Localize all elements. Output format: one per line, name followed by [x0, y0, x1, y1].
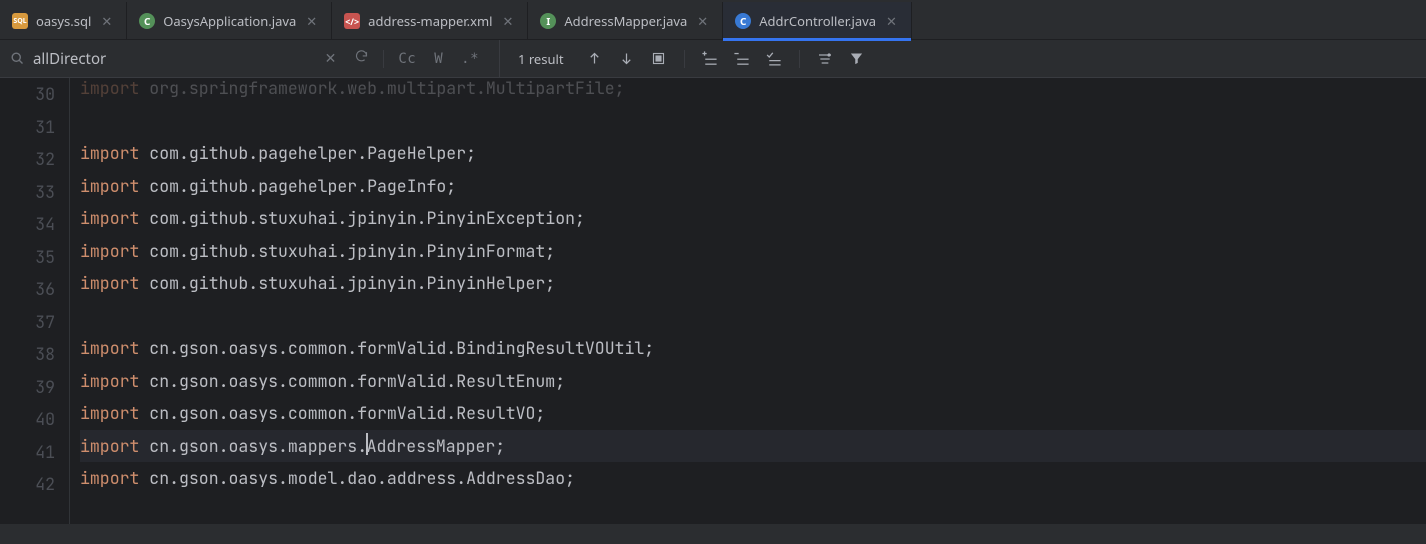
line-number: 32 — [0, 143, 55, 176]
java-class-icon: C — [735, 13, 751, 29]
line-number: 31 — [0, 111, 55, 144]
java-interface-icon: I — [540, 13, 556, 29]
separator — [799, 50, 800, 68]
toggle-find-options-icon[interactable] — [812, 46, 838, 72]
code-line[interactable]: import com.github.stuxuhai.jpinyin.Pinyi… — [80, 202, 1426, 235]
code-line[interactable] — [80, 105, 1426, 138]
code-line[interactable]: import cn.gson.oasys.model.dao.address.A… — [80, 462, 1426, 495]
tab-label: AddressMapper.java — [564, 12, 687, 30]
previous-match-icon[interactable] — [582, 46, 608, 72]
close-icon[interactable]: ✕ — [695, 10, 710, 32]
filter-icon[interactable] — [844, 46, 870, 72]
find-input-actions: ✕ Cc W .* — [321, 45, 489, 73]
search-icon[interactable] — [10, 51, 25, 66]
next-match-icon[interactable] — [614, 46, 640, 72]
code-text: cn.gson.oasys.common.formValid.ResultVO; — [139, 402, 545, 424]
tab-label: address-mapper.xml — [368, 12, 492, 30]
keyword: import — [80, 142, 139, 164]
code-line[interactable] — [80, 300, 1426, 333]
match-case-toggle[interactable]: Cc — [394, 47, 420, 71]
clear-search-icon[interactable]: ✕ — [321, 45, 341, 72]
code-text: com.github.stuxuhai.jpinyin.PinyinFormat… — [139, 240, 555, 262]
tab-label: AddrController.java — [759, 12, 876, 30]
tab-label: OasysApplication.java — [163, 12, 296, 30]
find-nav-actions — [582, 46, 870, 72]
code-line[interactable]: import com.github.pagehelper.PageHelper; — [80, 137, 1426, 170]
add-selection-icon[interactable] — [697, 46, 723, 72]
code-area[interactable]: import org.springframework.web.multipart… — [70, 78, 1426, 524]
tab-address-mapper-xml[interactable]: </> address-mapper.xml ✕ — [332, 2, 528, 40]
keyword: import — [80, 240, 139, 262]
line-number: 36 — [0, 273, 55, 306]
line-number: 30 — [0, 78, 55, 111]
code-line[interactable]: import cn.gson.oasys.common.formValid.Re… — [80, 397, 1426, 430]
keyword: import — [80, 207, 139, 229]
regex-toggle[interactable]: .* — [457, 47, 483, 71]
tab-label: oasys.sql — [36, 12, 91, 30]
keyword: import — [80, 77, 139, 99]
code-line[interactable]: import cn.gson.oasys.common.formValid.Re… — [80, 365, 1426, 398]
line-number: 33 — [0, 176, 55, 209]
tab-bar: SQL oasys.sql ✕ C OasysApplication.java … — [0, 2, 1426, 40]
code-line[interactable]: import cn.gson.oasys.common.formValid.Bi… — [80, 332, 1426, 365]
separator — [684, 50, 685, 68]
code-line[interactable]: import com.github.stuxuhai.jpinyin.Pinyi… — [80, 235, 1426, 268]
keyword: import — [80, 467, 139, 489]
tab-oasys-sql[interactable]: SQL oasys.sql ✕ — [0, 2, 127, 40]
keyword: import — [80, 175, 139, 197]
select-all-icon[interactable] — [761, 46, 787, 72]
search-history-icon[interactable] — [350, 45, 373, 73]
find-result-count: 1 result — [500, 50, 582, 68]
java-class-icon: C — [139, 13, 155, 29]
tab-addr-controller[interactable]: C AddrController.java ✕ — [723, 2, 912, 40]
close-icon[interactable]: ✕ — [99, 10, 114, 32]
close-icon[interactable]: ✕ — [304, 10, 319, 32]
code-text: cn.gson.oasys.common.formValid.ResultEnu… — [139, 370, 565, 392]
code-text: com.github.stuxuhai.jpinyin.PinyinHelper… — [139, 272, 555, 294]
keyword: import — [80, 435, 139, 457]
line-number-gutter: 30313233343536373839404142 — [0, 78, 70, 524]
code-text: org.springframework.web.multipart.Multip… — [139, 77, 624, 99]
code-line[interactable]: import com.github.stuxuhai.jpinyin.Pinyi… — [80, 267, 1426, 300]
code-line[interactable]: import com.github.pagehelper.PageInfo; — [80, 170, 1426, 203]
xml-file-icon: </> — [344, 13, 360, 29]
code-line[interactable]: import org.springframework.web.multipart… — [80, 72, 1426, 105]
remove-selection-icon[interactable] — [729, 46, 755, 72]
whole-word-toggle[interactable]: W — [430, 47, 447, 71]
keyword: import — [80, 337, 139, 359]
code-text: com.github.stuxuhai.jpinyin.PinyinExcept… — [139, 207, 585, 229]
close-icon[interactable]: ✕ — [500, 10, 515, 32]
keyword: import — [80, 370, 139, 392]
line-number: 34 — [0, 208, 55, 241]
keyword: import — [80, 402, 139, 424]
code-text: cn.gson.oasys.common.formValid.BindingRe… — [139, 337, 654, 359]
find-input[interactable] — [33, 49, 313, 69]
line-number: 41 — [0, 436, 55, 469]
line-number: 39 — [0, 371, 55, 404]
code-line[interactable]: import cn.gson.oasys.mappers.AddressMapp… — [80, 430, 1426, 463]
sql-file-icon: SQL — [12, 13, 28, 29]
line-number: 42 — [0, 468, 55, 501]
code-editor[interactable]: 30313233343536373839404142 import org.sp… — [0, 78, 1426, 524]
code-text: com.github.pagehelper.PageHelper; — [139, 142, 476, 164]
line-number: 38 — [0, 338, 55, 371]
line-number: 40 — [0, 403, 55, 436]
code-text: cn.gson.oasys.model.dao.address.AddressD… — [139, 467, 575, 489]
line-number: 37 — [0, 306, 55, 339]
code-text: cn.gson.oasys.mappers. — [139, 435, 367, 457]
code-text: AddressMapper; — [367, 435, 506, 457]
line-number: 35 — [0, 241, 55, 274]
keyword: import — [80, 272, 139, 294]
tab-address-mapper-java[interactable]: I AddressMapper.java ✕ — [528, 2, 723, 40]
tab-oasys-application[interactable]: C OasysApplication.java ✕ — [127, 2, 332, 40]
close-icon[interactable]: ✕ — [884, 10, 899, 32]
select-all-occurrences-icon[interactable] — [646, 46, 672, 72]
code-text: com.github.pagehelper.PageInfo; — [139, 175, 456, 197]
separator — [383, 50, 384, 68]
